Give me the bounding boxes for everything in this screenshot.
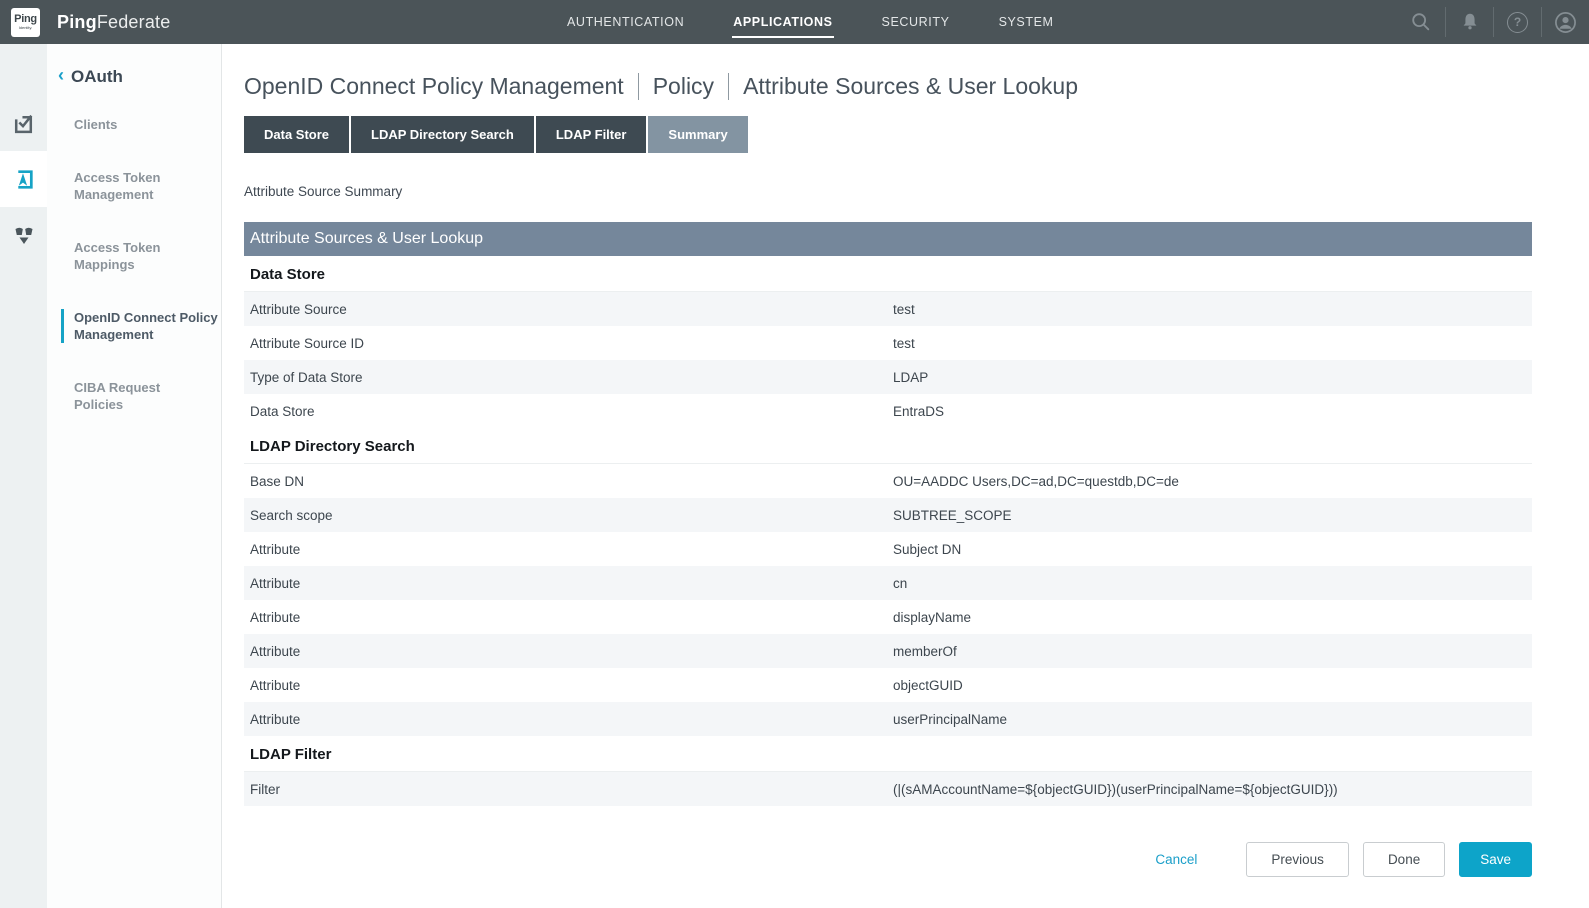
row-value: test [893,336,1532,351]
sidebar-section-title: OAuth [71,67,123,87]
bell-icon[interactable] [1445,7,1493,37]
breadcrumb-policy-management: OpenID Connect Policy Management [244,73,624,100]
sidebar-item-ciba-request-policies[interactable]: CIBA Request Policies [47,379,221,413]
table-row: Attribute memberOf [244,634,1532,668]
table-row: Attribute cn [244,566,1532,600]
table-sections: Data Store Attribute Source test Attribu… [244,256,1532,806]
table-section: LDAP Directory Search Base DN OU=AADDC U… [244,428,1532,736]
row-value: cn [893,576,1532,591]
table-row: Filter (|(sAMAccountName=${objectGUID})(… [244,772,1532,806]
top-nav-item-security[interactable]: SECURITY [881,11,951,33]
summary-label: Attribute Source Summary [244,184,1589,199]
table-header: Attribute Sources & User Lookup [244,222,1532,256]
table-row: Data Store EntraDS [244,394,1532,428]
top-bar: Ping Identity. PingFederate AUTHENTICATI… [0,0,1589,44]
icon-rail [0,44,47,908]
sidebar-back-oauth[interactable]: ‹ OAuth [58,66,221,87]
row-value: SUBTREE_SCOPE [893,508,1532,523]
row-label: Attribute [244,610,893,625]
table-row: Attribute Source ID test [244,326,1532,360]
row-label: Attribute [244,542,893,557]
top-nav-item-authentication[interactable]: AUTHENTICATION [566,11,685,33]
previous-button[interactable]: Previous [1246,842,1349,877]
table-row: Attribute Subject DN [244,532,1532,566]
tab-ldap-directory-search[interactable]: LDAP Directory Search [351,116,534,153]
row-label: Type of Data Store [244,370,893,385]
row-label: Attribute [244,576,893,591]
wizard-tabs: Data StoreLDAP Directory SearchLDAP Filt… [244,116,1589,153]
ping-logo: Ping Identity. [11,8,40,37]
row-value: OU=AADDC Users,DC=ad,DC=questdb,DC=de [893,474,1532,489]
row-label: Attribute Source [244,302,893,317]
search-icon[interactable] [1397,7,1445,37]
table-row: Attribute Source test [244,292,1532,326]
title-separator [728,73,729,100]
sidebar-item-openid-connect-policy-management[interactable]: OpenID Connect Policy Management [61,309,221,343]
breadcrumb-policy: Policy [653,73,714,100]
sidebar: ‹ OAuth Clients Access Token Management Ac… [47,44,222,908]
top-nav-item-applications[interactable]: APPLICATIONS [732,11,833,33]
applications-arrow-icon[interactable] [0,151,47,207]
user-icon[interactable] [1541,7,1589,37]
top-nav-item-system[interactable]: SYSTEM [998,11,1055,33]
row-value: EntraDS [893,404,1532,419]
row-label: Attribute [244,678,893,693]
footer-actions: Cancel Previous Done Save [244,842,1532,877]
tab-summary[interactable]: Summary [648,116,747,153]
sidebar-list: Clients Access Token Management Access Tok… [47,116,221,413]
done-button[interactable]: Done [1363,842,1445,877]
row-label: Attribute Source ID [244,336,893,351]
tab-data-store[interactable]: Data Store [244,116,349,153]
section-title: LDAP Filter [244,736,1532,772]
top-nav: AUTHENTICATION APPLICATIONS SECURITY SYSTEM [566,0,1055,44]
sidebar-item-access-token-mappings[interactable]: Access Token Mappings [47,239,221,273]
row-label: Data Store [244,404,893,419]
app-title: PingFederate [57,12,170,33]
table-section: Data Store Attribute Source test Attribu… [244,256,1532,428]
page-title: OpenID Connect Policy Management Policy … [244,73,1589,100]
table-row: Base DN OU=AADDC Users,DC=ad,DC=questdb,… [244,464,1532,498]
ping-logo-sub: Identity. [19,26,33,30]
table-row: Search scope SUBTREE_SCOPE [244,498,1532,532]
section-title: Data Store [244,256,1532,292]
table-row: Attribute objectGUID [244,668,1532,702]
row-label: Filter [244,782,893,797]
sidebar-item-access-token-management[interactable]: Access Token Management [47,169,221,203]
help-icon[interactable]: ? [1493,7,1541,37]
row-label: Base DN [244,474,893,489]
chevron-left-icon: ‹ [58,65,64,86]
table-row: Type of Data Store LDAP [244,360,1532,394]
save-button[interactable]: Save [1459,842,1532,877]
row-value: objectGUID [893,678,1532,693]
table-row: Attribute displayName [244,600,1532,634]
row-value: userPrincipalName [893,712,1532,727]
row-label: Search scope [244,508,893,523]
ping-logo-word: Ping [14,14,37,25]
row-value: (|(sAMAccountName=${objectGUID})(userPri… [893,782,1532,797]
main-content: OpenID Connect Policy Management Policy … [222,44,1589,908]
title-separator [638,73,639,100]
row-label: Attribute [244,644,893,659]
tab-ldap-filter[interactable]: LDAP Filter [536,116,647,153]
row-value: LDAP [893,370,1532,385]
row-value: displayName [893,610,1532,625]
section-title: LDAP Directory Search [244,428,1532,464]
summary-table: Attribute Sources & User Lookup Data Sto… [244,222,1532,806]
row-label: Attribute [244,712,893,727]
row-value: Subject DN [893,542,1532,557]
sidebar-item-clients[interactable]: Clients [47,116,221,133]
cancel-button[interactable]: Cancel [1155,852,1197,867]
row-value: test [893,302,1532,317]
table-row: Attribute userPrincipalName [244,702,1532,736]
row-value: memberOf [893,644,1532,659]
table-section: LDAP Filter Filter (|(sAMAccountName=${o… [244,736,1532,806]
breadcrumb-attribute-sources: Attribute Sources & User Lookup [743,73,1078,100]
clients-check-icon[interactable] [0,95,47,151]
top-icons: ? [1397,0,1589,44]
security-shield-icon[interactable] [0,207,47,263]
